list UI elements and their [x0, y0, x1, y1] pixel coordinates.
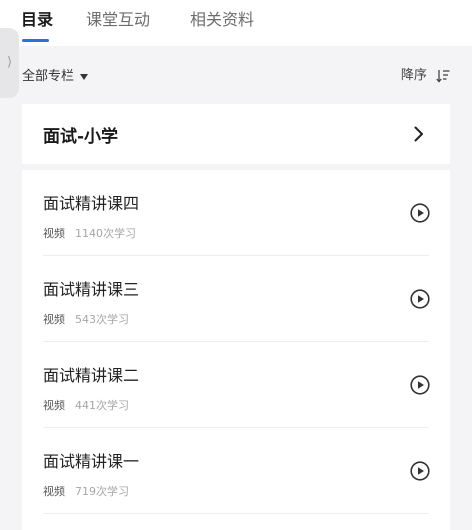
column-filter-dropdown[interactable]: 全部专栏	[22, 65, 89, 84]
section-header[interactable]: 面试-小学	[22, 104, 450, 164]
lesson-title: 面试精讲课一	[43, 452, 140, 471]
lesson-list: 面试精讲课四 视频 1140次学习 面试精讲课三 视频 543次学习 面试精讲课二 …	[22, 170, 450, 530]
tab-classroom-interaction[interactable]: 课堂互动	[86, 9, 150, 31]
lesson-title: 面试精讲课三	[43, 280, 140, 299]
lesson-item[interactable]: 面试精讲课一 视频 719次学习	[22, 428, 450, 514]
lesson-type: 视频	[43, 399, 65, 412]
tab-bar: 目录 课堂互动 相关资料	[0, 0, 472, 46]
lesson-meta: 视频 719次学习	[43, 483, 129, 499]
lesson-item[interactable]: 面试精讲课二 视频 441次学习	[22, 342, 450, 428]
play-circle-icon[interactable]	[410, 461, 430, 481]
sort-label: 降序	[400, 68, 427, 83]
lesson-title: 面试精讲课四	[43, 194, 140, 213]
active-tab-indicator	[22, 39, 49, 42]
lesson-type: 视频	[43, 313, 65, 326]
sort-toggle[interactable]: 降序	[401, 64, 450, 83]
chevron-right-icon	[414, 126, 423, 142]
lesson-type: 视频	[43, 227, 65, 240]
column-filter-label: 全部专栏	[22, 69, 75, 84]
caret-down-icon	[80, 73, 89, 80]
lesson-study-count: 543次学习	[75, 313, 129, 326]
lesson-meta: 视频 1140次学习	[43, 225, 136, 241]
section-title: 面试-小学	[43, 127, 119, 147]
tab-catalog[interactable]: 目录	[21, 9, 53, 31]
lesson-study-count: 441次学习	[75, 399, 129, 412]
play-circle-icon[interactable]	[410, 375, 430, 395]
lesson-type: 视频	[43, 485, 65, 498]
lesson-meta: 视频 441次学习	[43, 397, 129, 413]
lesson-item[interactable]: 面试精讲课四 视频 1140次学习	[22, 170, 450, 256]
sort-descending-icon	[436, 69, 450, 83]
divider	[43, 513, 429, 514]
play-circle-icon[interactable]	[410, 203, 430, 223]
filter-bar: 全部专栏 降序	[0, 52, 472, 94]
lesson-title: 面试精讲课二	[43, 366, 140, 385]
play-circle-icon[interactable]	[410, 289, 430, 309]
tab-related-materials[interactable]: 相关资料	[190, 9, 254, 31]
lesson-item[interactable]: 面试精讲课三 视频 543次学习	[22, 256, 450, 342]
lesson-study-count: 719次学习	[75, 485, 129, 498]
lesson-study-count: 1140次学习	[75, 227, 136, 240]
lesson-meta: 视频 543次学习	[43, 311, 129, 327]
